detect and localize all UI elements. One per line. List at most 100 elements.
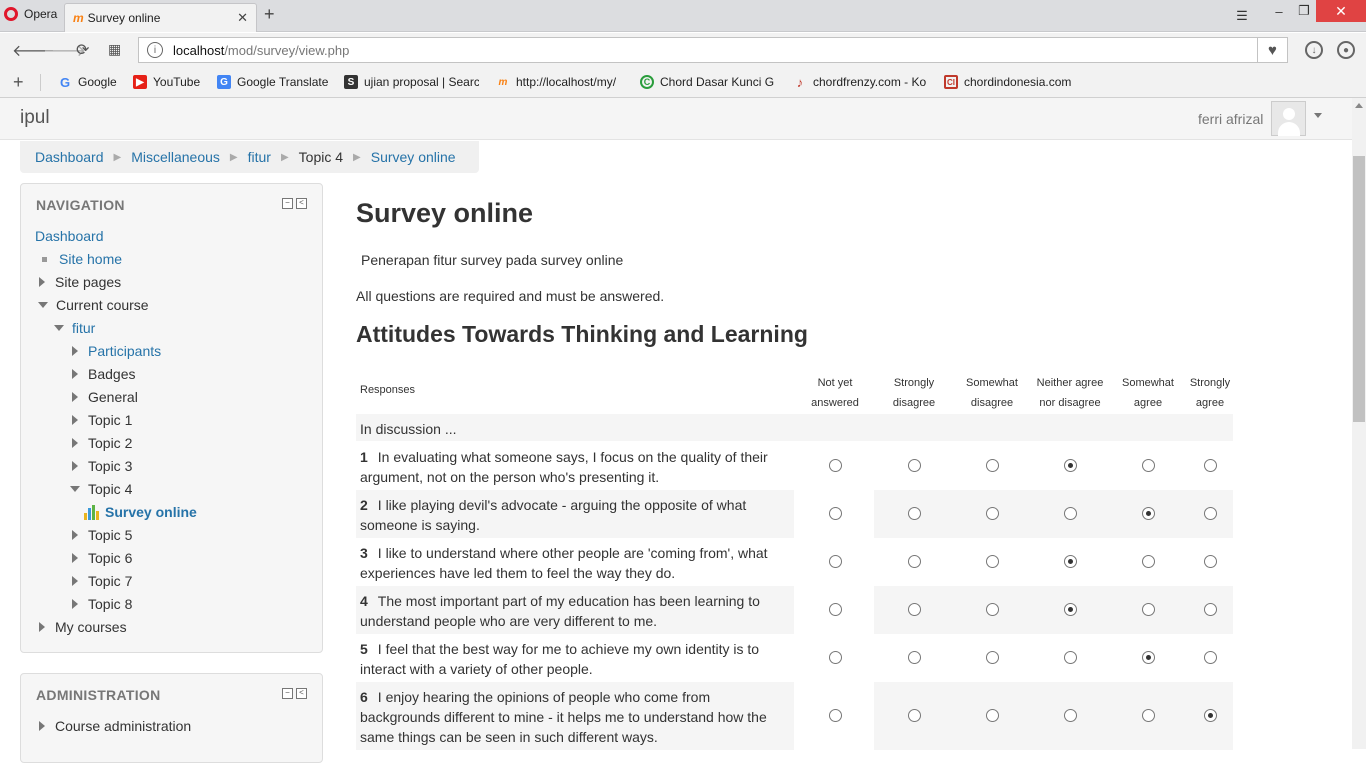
response-radio[interactable]: [829, 709, 842, 722]
collapse-block-icon[interactable]: −: [282, 688, 293, 699]
response-radio[interactable]: [1204, 603, 1217, 616]
bookmark-google[interactable]: G Google: [58, 75, 117, 89]
site-info-icon[interactable]: i: [147, 42, 163, 58]
url-input[interactable]: i localhost/mod/survey/view.php ♥: [138, 37, 1288, 63]
response-radio[interactable]: [829, 651, 842, 664]
account-icon[interactable]: ●: [1337, 41, 1355, 59]
collapse-block-icon[interactable]: −: [282, 198, 293, 209]
nav-fitur[interactable]: fitur: [54, 320, 95, 336]
avatar[interactable]: [1271, 101, 1306, 136]
nav-topic-4[interactable]: Topic 4: [70, 481, 132, 497]
response-radio[interactable]: [908, 507, 921, 520]
maximize-icon[interactable]: ❐: [1293, 0, 1315, 22]
nav-general[interactable]: General: [72, 389, 138, 405]
tab-close-icon[interactable]: ✕: [237, 10, 248, 26]
close-window-icon[interactable]: ✕: [1316, 0, 1366, 22]
breadcrumb-dashboard[interactable]: Dashboard: [35, 149, 104, 165]
browser-tab-active[interactable]: m Survey online ✕: [64, 3, 257, 32]
bookmark-youtube[interactable]: ▶ YouTube: [133, 75, 200, 89]
response-radio[interactable]: [1064, 603, 1077, 616]
nav-site-pages[interactable]: Site pages: [39, 274, 121, 290]
bookmark-chordfrenzy[interactable]: ♪ chordfrenzy.com - Ko: [793, 75, 926, 89]
response-radio[interactable]: [986, 555, 999, 568]
response-radio[interactable]: [1142, 459, 1155, 472]
response-radio[interactable]: [908, 651, 921, 664]
collapse-icon: [38, 302, 48, 308]
response-radio[interactable]: [1142, 603, 1155, 616]
response-radio[interactable]: [1142, 507, 1155, 520]
nav-course-administration[interactable]: Course administration: [39, 718, 191, 734]
bookmark-heart-icon[interactable]: ♥: [1257, 37, 1287, 63]
response-radio[interactable]: [986, 709, 999, 722]
response-radio[interactable]: [1204, 651, 1217, 664]
nav-dashboard[interactable]: Dashboard: [35, 228, 104, 244]
bookmark-localhost-my[interactable]: m http://localhost/my/: [496, 75, 617, 89]
response-radio[interactable]: [1142, 555, 1155, 568]
response-radio[interactable]: [1064, 507, 1077, 520]
breadcrumb-survey-online[interactable]: Survey online: [371, 149, 456, 165]
response-radio[interactable]: [908, 709, 921, 722]
nav-participants[interactable]: Participants: [72, 343, 161, 359]
response-radio[interactable]: [1204, 507, 1217, 520]
new-tab-button[interactable]: +: [264, 4, 275, 25]
breadcrumb-fitur[interactable]: fitur: [248, 149, 271, 165]
bookmark-chord-dasar[interactable]: C Chord Dasar Kunci Gi: [640, 75, 774, 89]
bookmark-ujian-proposal[interactable]: Sujian proposal | Searc: [344, 75, 479, 89]
response-radio[interactable]: [986, 507, 999, 520]
dock-block-icon[interactable]: <: [296, 198, 307, 209]
nav-topic-2[interactable]: Topic 2: [72, 435, 132, 451]
column-header-line: Strongly: [893, 377, 935, 389]
response-radio[interactable]: [1064, 459, 1077, 472]
nav-site-home[interactable]: Site home: [39, 251, 122, 267]
response-radio[interactable]: [986, 651, 999, 664]
response-radio[interactable]: [1204, 459, 1217, 472]
opera-menu-button[interactable]: Opera: [0, 0, 65, 28]
response-radio[interactable]: [986, 603, 999, 616]
response-radio[interactable]: [1142, 651, 1155, 664]
breadcrumb-miscellaneous[interactable]: Miscellaneous: [131, 149, 220, 165]
nav-current-course[interactable]: Current course: [38, 297, 149, 313]
bookmark-google-translate[interactable]: G Google Translate: [217, 75, 328, 89]
nav-badges[interactable]: Badges: [72, 366, 135, 382]
page-scrollbar[interactable]: [1352, 98, 1366, 749]
bookmark-label: Chord Dasar Kunci Gi: [660, 75, 774, 89]
bookmark-chordindonesia[interactable]: CI chordindonesia.com: [944, 75, 1074, 89]
response-radio[interactable]: [1064, 709, 1077, 722]
response-radio[interactable]: [829, 555, 842, 568]
dock-block-icon[interactable]: <: [296, 688, 307, 699]
nav-topic-6[interactable]: Topic 6: [72, 550, 132, 566]
response-radio[interactable]: [1064, 555, 1077, 568]
question-text-line: understand people who are very different…: [360, 611, 794, 631]
nav-topic-3[interactable]: Topic 3: [72, 458, 132, 474]
response-radio[interactable]: [1142, 709, 1155, 722]
nav-topic-8[interactable]: Topic 8: [72, 596, 132, 612]
question-text-line: interact with a variety of other people.: [360, 659, 794, 679]
nav-survey-online[interactable]: Survey online: [84, 504, 197, 520]
download-icon[interactable]: ↓: [1305, 41, 1323, 59]
response-radio[interactable]: [1064, 651, 1077, 664]
user-name[interactable]: ferri afrizal: [1198, 111, 1263, 127]
nav-my-courses[interactable]: My courses: [39, 619, 127, 635]
site-brand[interactable]: ipul: [20, 107, 50, 129]
nav-topic-5[interactable]: Topic 5: [72, 527, 132, 543]
tab-menu-icon[interactable]: ☰: [1230, 5, 1254, 27]
response-radio[interactable]: [908, 603, 921, 616]
user-menu-caret-icon[interactable]: [1314, 113, 1322, 118]
scrollbar-thumb[interactable]: [1353, 156, 1365, 422]
response-radio[interactable]: [829, 603, 842, 616]
response-radio[interactable]: [986, 459, 999, 472]
response-radio[interactable]: [908, 459, 921, 472]
minimize-icon[interactable]: –: [1268, 0, 1290, 22]
scroll-up-icon[interactable]: [1355, 103, 1363, 108]
response-radio[interactable]: [908, 555, 921, 568]
nav-topic-1[interactable]: Topic 1: [72, 412, 132, 428]
add-bookmark-icon[interactable]: +: [13, 72, 24, 93]
speed-dial-icon[interactable]: ▦: [108, 41, 121, 58]
response-radio[interactable]: [829, 459, 842, 472]
column-header: Not yet answered: [799, 373, 871, 413]
response-radio[interactable]: [1204, 709, 1217, 722]
response-radio[interactable]: [1204, 555, 1217, 568]
response-radio[interactable]: [829, 507, 842, 520]
nav-topic-7[interactable]: Topic 7: [72, 573, 132, 589]
reload-icon[interactable]: ⟳: [76, 40, 89, 60]
